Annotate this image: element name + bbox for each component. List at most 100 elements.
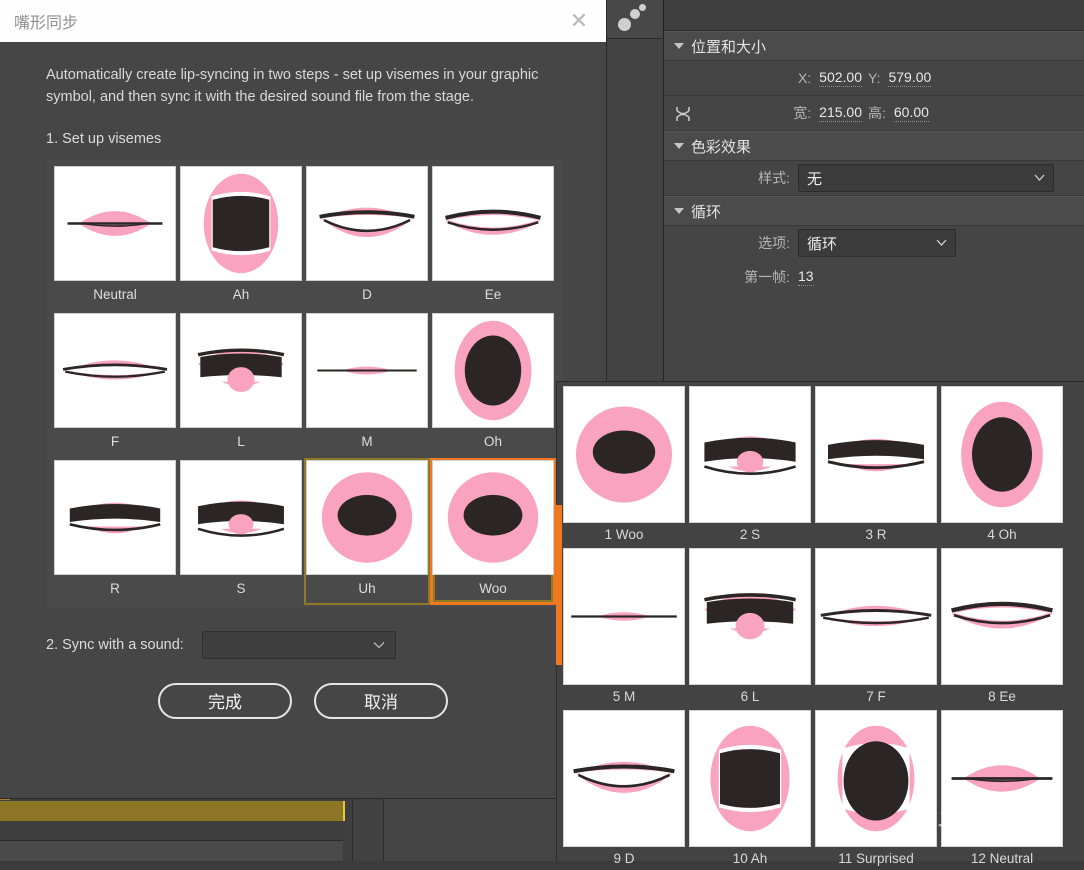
frame-cell-6-l[interactable]: 6 L bbox=[687, 546, 813, 708]
viseme-thumb-m-icon bbox=[306, 312, 428, 428]
viseme-thumb-f-icon bbox=[54, 312, 176, 428]
lip-sync-dialog: 嘴形同步 ✕ Automatically create lip-syncing … bbox=[0, 0, 606, 798]
style-select[interactable]: 无 bbox=[798, 164, 1054, 192]
frame-label: 10 Ah bbox=[732, 851, 768, 866]
frame-thumb-neutral-icon bbox=[941, 710, 1063, 847]
frame-label: 5 M bbox=[612, 689, 636, 704]
frame-cell-2-s[interactable]: 2 S bbox=[687, 384, 813, 546]
frame-cell-4-oh[interactable]: 4 Oh bbox=[939, 384, 1065, 546]
height-field[interactable]: 60.00 bbox=[893, 104, 929, 122]
section-header-loop[interactable]: 循环 bbox=[664, 196, 1084, 226]
loop-options-select[interactable]: 循环 bbox=[798, 229, 956, 257]
frame-label: 9 D bbox=[613, 851, 635, 866]
frame-thumb-l-icon bbox=[689, 548, 811, 685]
viseme-cell-s[interactable]: S bbox=[178, 458, 304, 605]
chevron-down-icon bbox=[674, 143, 684, 149]
viseme-cell-oh[interactable]: Oh bbox=[430, 311, 556, 458]
bubbles-icon[interactable] bbox=[618, 4, 652, 34]
viseme-thumb-neutral-icon bbox=[54, 165, 176, 281]
frame-thumb-ee-icon bbox=[941, 548, 1063, 685]
frame-thumb-d-icon bbox=[563, 710, 685, 847]
chevron-down-icon bbox=[936, 237, 947, 248]
viseme-thumb-ah-icon bbox=[180, 165, 302, 281]
viseme-label: D bbox=[362, 286, 372, 302]
frame-label: 2 S bbox=[739, 527, 761, 542]
section-title-color-effect: 色彩效果 bbox=[691, 138, 752, 156]
viseme-cell-r[interactable]: R bbox=[52, 458, 178, 605]
dialog-titlebar: 嘴形同步 ✕ bbox=[0, 0, 606, 42]
frame-cell-8-ee[interactable]: 8 Ee bbox=[939, 546, 1065, 708]
viseme-cell-d[interactable]: D bbox=[304, 164, 430, 311]
viseme-grid: Neutral Ah D Ee F L M Oh R S Uh Woo bbox=[47, 158, 563, 607]
section-header-color-effect[interactable]: 色彩效果 bbox=[664, 131, 1084, 161]
viseme-label: Oh bbox=[483, 433, 502, 449]
frame-cell-12-neutral[interactable]: 12 Neutral bbox=[939, 708, 1065, 870]
frame-cell-5-m[interactable]: 5 M bbox=[561, 546, 687, 708]
step1-label: 1. Set up visemes bbox=[46, 130, 162, 147]
cancel-button[interactable]: 取消 bbox=[314, 682, 448, 719]
frame-cell-9-d[interactable]: 9 D bbox=[561, 708, 687, 870]
viseme-cell-uh[interactable]: Uh bbox=[304, 458, 430, 605]
frame-thumb-f-icon bbox=[815, 548, 937, 685]
frame-cell-7-f[interactable]: 7 F bbox=[813, 546, 939, 708]
row-loop-options: 选项: 循环 bbox=[664, 226, 1084, 260]
x-field[interactable]: 502.00 bbox=[819, 69, 862, 87]
dialog-description: Automatically create lip-syncing in two … bbox=[46, 67, 539, 106]
viseme-cell-m[interactable]: M bbox=[304, 311, 430, 458]
height-label: 高: bbox=[868, 105, 886, 121]
constrain-proportions-icon[interactable] bbox=[674, 106, 692, 122]
frame-cell-10-ah[interactable]: 10 Ah bbox=[687, 708, 813, 870]
close-icon[interactable]: ✕ bbox=[570, 10, 588, 32]
chevron-down-icon bbox=[373, 640, 385, 650]
viseme-thumb-r-icon bbox=[54, 459, 176, 575]
viseme-cell-ee[interactable]: Ee bbox=[430, 164, 556, 311]
frame-thumb-s-icon bbox=[689, 386, 811, 523]
viseme-cell-woo[interactable]: Woo bbox=[430, 458, 556, 605]
chevron-down-icon bbox=[674, 208, 684, 214]
done-button[interactable]: 完成 bbox=[158, 682, 292, 719]
viseme-thumb-oh-icon bbox=[432, 312, 554, 428]
frame-thumb-r-icon bbox=[815, 386, 937, 523]
viseme-thumb-woo-icon bbox=[432, 459, 554, 575]
timeline-keyframe-bar[interactable] bbox=[0, 801, 345, 821]
frame-thumb-surprised-icon bbox=[815, 710, 937, 847]
frame-label: 11 Surprised bbox=[838, 851, 914, 866]
frame-cell-11-surprised[interactable]: 11 Surprised bbox=[813, 708, 939, 870]
frame-cell-3-r[interactable]: 3 R bbox=[813, 384, 939, 546]
row-size: 宽: 215.00 高: 60.00 bbox=[664, 96, 1084, 131]
viseme-label: Ee bbox=[484, 286, 502, 302]
dialog-body: Automatically create lip-syncing in two … bbox=[0, 42, 606, 719]
first-frame-field[interactable]: 13 bbox=[798, 268, 814, 286]
frame-thumb-ah-icon bbox=[689, 710, 811, 847]
viseme-label: R bbox=[110, 580, 120, 596]
timeline-row-a bbox=[0, 822, 343, 841]
frame-label: 4 Oh bbox=[987, 527, 1017, 542]
y-field[interactable]: 579.00 bbox=[888, 69, 932, 87]
viseme-cell-l[interactable]: L bbox=[178, 311, 304, 458]
viseme-row: Neutral Ah D Ee bbox=[52, 164, 558, 311]
section-header-position-size[interactable]: 位置和大小 bbox=[664, 31, 1084, 61]
frames-row: 9 D 10 Ah 11 Surprised 12 Neutral bbox=[561, 708, 1082, 870]
width-label: 宽: bbox=[793, 105, 812, 121]
viseme-thumb-woo-icon bbox=[306, 459, 428, 575]
width-field[interactable]: 215.00 bbox=[819, 104, 862, 122]
row-position: X: 502.00 Y: 579.00 bbox=[664, 61, 1084, 96]
frame-cell-1-woo[interactable]: 1 Woo bbox=[561, 384, 687, 546]
frame-label: 7 F bbox=[866, 689, 886, 704]
viseme-cell-ah[interactable]: Ah bbox=[178, 164, 304, 311]
frames-row: 5 M 6 L 7 F 8 Ee bbox=[561, 546, 1082, 708]
viseme-cell-f[interactable]: F bbox=[52, 311, 178, 458]
frame-label: 8 Ee bbox=[988, 689, 1016, 704]
viseme-cell-neutral[interactable]: Neutral bbox=[52, 164, 178, 311]
viseme-label: M bbox=[361, 433, 373, 449]
sound-select[interactable] bbox=[201, 630, 396, 659]
row-style: 样式: 无 bbox=[664, 161, 1084, 196]
section-title-loop: 循环 bbox=[691, 203, 722, 221]
frame-thumb-m-icon bbox=[563, 548, 685, 685]
viseme-label: Uh bbox=[358, 580, 376, 596]
frame-thumb-woo-icon bbox=[563, 386, 685, 523]
timeline-column-2 bbox=[384, 790, 557, 861]
frame-label: 3 R bbox=[865, 527, 887, 542]
viseme-label: F bbox=[110, 433, 120, 449]
viseme-label: S bbox=[236, 580, 246, 596]
